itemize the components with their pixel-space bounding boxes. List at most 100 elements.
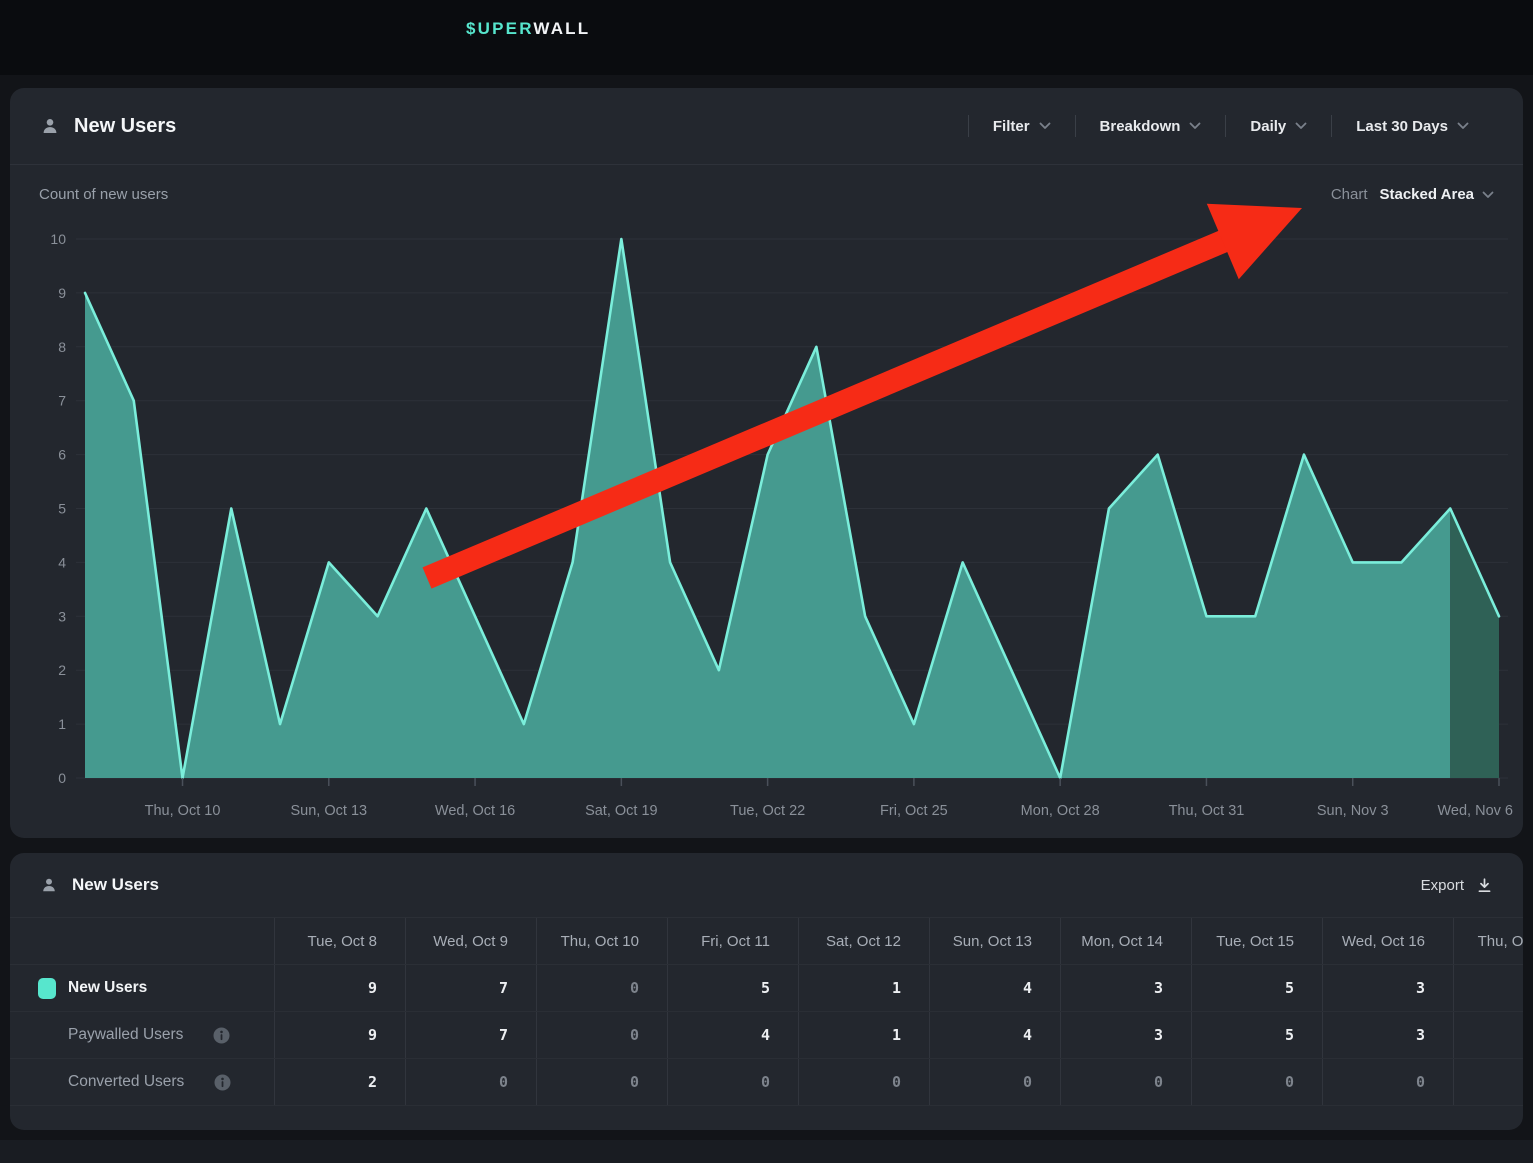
area-fill-muted xyxy=(1450,509,1499,779)
table-row: Paywalled Users970414353 xyxy=(10,1012,1523,1059)
y-axis-label: 10 xyxy=(50,231,66,247)
table-value-cell: 0 xyxy=(798,1059,929,1105)
table-value-cell: 0 xyxy=(667,1059,798,1105)
column-header: Wed, Oct 9 xyxy=(405,918,536,964)
table-value-cell: 5 xyxy=(1191,1012,1322,1058)
x-axis-label: Wed, Nov 6 xyxy=(1438,803,1514,819)
logo-rest: WALL xyxy=(533,19,590,38)
column-header: Thu, Oct 10 xyxy=(536,918,667,964)
x-axis-label: Wed, Oct 16 xyxy=(435,803,515,819)
y-axis-label: 6 xyxy=(58,447,66,463)
chevron-down-icon xyxy=(1482,191,1494,199)
y-axis-label: 8 xyxy=(58,339,66,355)
row-label-new-users: New Users xyxy=(68,979,147,997)
chart-type-label: Chart xyxy=(1331,186,1368,203)
top-bar: $UPERWALL xyxy=(0,0,1533,75)
table-value-cell: 4 xyxy=(929,1012,1060,1058)
table-value-cell: 5 xyxy=(667,965,798,1011)
chart-panel-title: New Users xyxy=(74,115,176,138)
column-header: Sat, Oct 12 xyxy=(798,918,929,964)
table-value-cell: 9 xyxy=(274,965,405,1011)
control-label: Daily xyxy=(1250,118,1286,135)
control-label: Last 30 Days xyxy=(1356,118,1448,135)
control-last-30-days[interactable]: Last 30 Days xyxy=(1332,118,1493,135)
column-header: Thu, Oct 17 xyxy=(1453,918,1523,964)
y-axis-label: 3 xyxy=(58,608,66,624)
control-breakdown[interactable]: Breakdown xyxy=(1076,118,1226,135)
table-panel-header: New Users Export xyxy=(10,853,1523,917)
row-label-converted-users: Converted Users xyxy=(10,1073,231,1091)
row-label-cell: Paywalled Users xyxy=(10,1012,274,1058)
chart-type-select[interactable]: Chart Stacked Area xyxy=(1331,186,1494,203)
y-axis-label: 5 xyxy=(58,501,66,517)
chart-type-value: Stacked Area xyxy=(1380,186,1475,203)
table-value-cell: 0 xyxy=(1191,1059,1322,1105)
row-label-cell: Converted Users xyxy=(10,1059,274,1105)
control-label: Filter xyxy=(993,118,1030,135)
column-header: Sun, Oct 13 xyxy=(929,918,1060,964)
control-daily[interactable]: Daily xyxy=(1226,118,1331,135)
annotation-arrow-head xyxy=(1207,204,1302,280)
y-axis-label: 0 xyxy=(58,770,66,786)
table-value-cell: 1 xyxy=(798,1012,929,1058)
table-value-cell: 7 xyxy=(405,1012,536,1058)
table-panel-title: New Users xyxy=(72,875,159,895)
table-value-cell: 1 xyxy=(798,965,929,1011)
chart-subtitle: Count of new users xyxy=(39,186,168,203)
row-label-cell: New Users xyxy=(10,965,274,1011)
table-value-cell: 4 xyxy=(929,965,1060,1011)
area-fill xyxy=(85,239,1450,778)
legend-swatch xyxy=(38,978,56,999)
y-axis-label: 9 xyxy=(58,285,66,301)
table-corner-cell xyxy=(10,918,274,964)
info-icon[interactable] xyxy=(214,1074,231,1091)
x-axis-label: Sun, Oct 13 xyxy=(291,803,368,819)
export-button[interactable]: Export xyxy=(1421,877,1493,894)
superwall-logo: $UPERWALL xyxy=(466,19,590,39)
column-header: Tue, Oct 8 xyxy=(274,918,405,964)
column-header: Wed, Oct 16 xyxy=(1322,918,1453,964)
x-axis-label: Sat, Oct 19 xyxy=(585,803,658,819)
chart-subtitle-row: Count of new users Chart Stacked Area xyxy=(10,165,1523,203)
table-value-cell: 3 xyxy=(1060,1012,1191,1058)
table-value-cell xyxy=(1453,965,1523,1011)
table-value-cell: 4 xyxy=(667,1012,798,1058)
column-header: Tue, Oct 15 xyxy=(1191,918,1322,964)
column-header: Fri, Oct 11 xyxy=(667,918,798,964)
control-filter[interactable]: Filter xyxy=(969,118,1075,135)
annotation-arrow-shaft xyxy=(427,231,1249,578)
chart-controls: Filter Breakdown Daily Last 30 Days xyxy=(968,115,1493,137)
table-value-cell: 0 xyxy=(929,1059,1060,1105)
table-value-cell xyxy=(1453,1059,1523,1105)
x-axis-label: Thu, Oct 10 xyxy=(145,803,221,819)
new-users-table-panel: New Users Export Tue, Oct 8Wed, Oct 9Thu… xyxy=(10,853,1523,1130)
table-value-cell: 7 xyxy=(405,965,536,1011)
y-axis-label: 1 xyxy=(58,716,66,732)
x-axis-label: Tue, Oct 22 xyxy=(730,803,805,819)
chevron-down-icon xyxy=(1295,122,1307,130)
chart-panel-header: New Users Filter Breakdown Daily Last 30 Da… xyxy=(10,88,1523,165)
x-axis-label: Fri, Oct 25 xyxy=(880,803,948,819)
chevron-down-icon xyxy=(1457,122,1469,130)
logo-accent: $UPER xyxy=(466,19,533,38)
table-value-cell: 0 xyxy=(405,1059,536,1105)
row-label-text: New Users xyxy=(68,979,147,997)
area-line xyxy=(85,239,1499,778)
person-icon xyxy=(40,116,60,136)
table-value-cell: 3 xyxy=(1322,1012,1453,1058)
chevron-down-icon xyxy=(1039,122,1051,130)
info-icon[interactable] xyxy=(213,1027,230,1044)
y-axis-label: 7 xyxy=(58,393,66,409)
row-label-text: Paywalled Users xyxy=(68,1026,183,1044)
table-value-cell: 3 xyxy=(1060,965,1191,1011)
table-value-cell: 0 xyxy=(536,1059,667,1105)
chevron-down-icon xyxy=(1189,122,1201,130)
new-users-chart-panel: 012345678910Thu, Oct 10Sun, Oct 13Wed, O… xyxy=(10,88,1523,838)
table-value-cell: 3 xyxy=(1322,965,1453,1011)
export-label: Export xyxy=(1421,877,1464,894)
x-axis-label: Sun, Nov 3 xyxy=(1317,803,1389,819)
table-value-cell: 0 xyxy=(1060,1059,1191,1105)
new-users-data-table: Tue, Oct 8Wed, Oct 9Thu, Oct 10Fri, Oct … xyxy=(10,917,1523,1106)
table-value-cell: 0 xyxy=(1322,1059,1453,1105)
table-value-cell: 2 xyxy=(274,1059,405,1105)
